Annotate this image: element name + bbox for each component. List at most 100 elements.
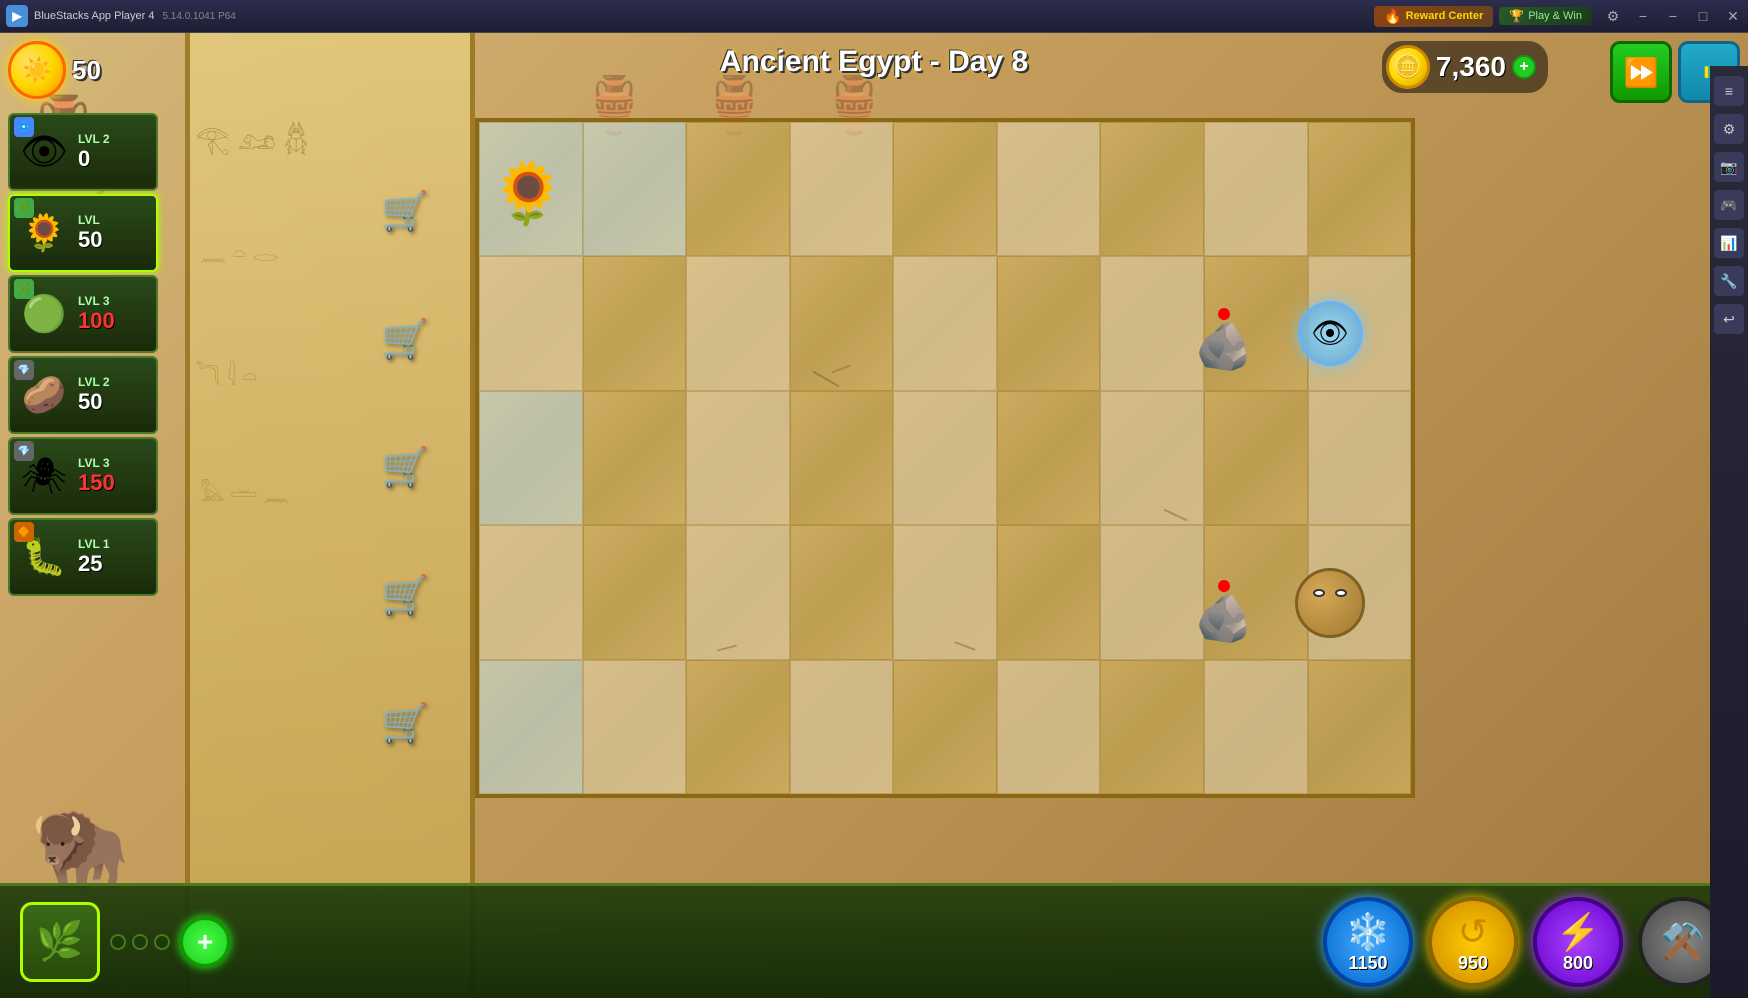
toolbar-dot-3 [154,934,170,950]
plant-badge-5: 💎 [14,441,34,461]
add-plant-button[interactable]: + [180,917,230,967]
plant-badge-1: 💠 [14,117,34,137]
plant-level-3: LVL 3 [78,294,156,308]
plant-cost-6: 25 [78,551,156,577]
plant-level-1: LVL 2 [78,132,156,146]
grid-cell-4-5[interactable] [893,525,997,659]
grid-cell-1-9[interactable] [1308,122,1412,256]
trophy-icon: 🏆 [1509,9,1524,23]
plant-badge-3: 🌿 [14,279,34,299]
grid-cell-3-7[interactable] [1100,391,1204,525]
hieroglyph-3: 𓆓 𓇋 𓏏 [195,353,257,393]
rs-btn-6[interactable]: 🔧 [1714,266,1744,296]
plant-card-3[interactable]: 🌿 🟢 LVL 3 100 [8,275,158,353]
grid-cell-2-6[interactable] [997,256,1101,390]
grid-cell-1-2[interactable] [583,122,687,256]
grid-cell-3-9[interactable] [1308,391,1412,525]
grid-cell-3-6[interactable] [997,391,1101,525]
grid-cell-4-4[interactable] [790,525,894,659]
grid-cell-2-1[interactable] [479,256,583,390]
ice-power-button[interactable]: ❄️ 1150 [1323,897,1413,987]
add-coins-button[interactable]: + [1512,55,1536,79]
settings-button[interactable]: ⚙ [1598,0,1628,33]
grid-cell-2-5[interactable] [893,256,997,390]
right-sidebar: ≡ ⚙ 📷 🎮 📊 🔧 ↩ [1710,66,1748,998]
plant-card-1[interactable]: 💠 👁 LVL 2 0 [8,113,158,191]
grid-cell-4-8[interactable] [1204,525,1308,659]
grid-cell-2-4[interactable] [790,256,894,390]
rs-btn-1[interactable]: ≡ [1714,76,1744,106]
plant-info-4: LVL 2 50 [78,375,156,415]
lawnmower-row3: 🛒 [381,446,428,490]
game-grid[interactable] [475,118,1415,798]
grid-cell-2-7[interactable] [1100,256,1204,390]
fire-icon: 🔥 [1384,8,1401,25]
refresh-icon: ↺ [1458,911,1488,953]
rs-btn-5[interactable]: 📊 [1714,228,1744,258]
grid-cell-5-2[interactable] [583,660,687,794]
plant-level-5: LVL 3 [78,456,156,470]
grid-cell-3-1[interactable] [479,391,583,525]
play-win-button[interactable]: 🏆 Play & Win [1499,7,1592,25]
grid-cell-4-1[interactable] [479,525,583,659]
lightning-power-button[interactable]: ⚡ 800 [1533,897,1623,987]
grid-cell-5-5[interactable] [893,660,997,794]
grid-cell-1-8[interactable] [1204,122,1308,256]
grid-cell-3-3[interactable] [686,391,790,525]
grid-cell-3-8[interactable] [1204,391,1308,525]
grid-row-5 [479,660,1411,794]
hieroglyph-4: 𓅓 𓏛 𓈖 [200,473,290,509]
grid-cell-1-4[interactable] [790,122,894,256]
rs-btn-3[interactable]: 📷 [1714,152,1744,182]
coin-icon: 🪙 [1386,45,1430,89]
grid-cell-3-5[interactable] [893,391,997,525]
grid-cell-5-7[interactable] [1100,660,1204,794]
restore-button[interactable]: − [1658,0,1688,33]
grid-cell-1-5[interactable] [893,122,997,256]
maximize-button[interactable]: □ [1688,0,1718,33]
rs-btn-7[interactable]: ↩ [1714,304,1744,334]
grid-cell-4-2[interactable] [583,525,687,659]
reward-center-button[interactable]: 🔥 Reward Center [1374,6,1493,27]
power-buttons: ❄️ 1150 ↺ 950 ⚡ 800 ⚒️ ↓ [1323,897,1728,987]
grid-cell-2-2[interactable] [583,256,687,390]
grid-cell-4-9[interactable] [1308,525,1412,659]
grid-cell-5-4[interactable] [790,660,894,794]
plant-badge-6: 🔶 [14,522,34,542]
plant-level-4: LVL 2 [78,375,156,389]
ice-icon: ❄️ [1346,911,1391,953]
grid-cell-4-3[interactable] [686,525,790,659]
plant-card-4[interactable]: 💎 🥔 LVL 2 50 [8,356,158,434]
plant-card-5[interactable]: 💎 🕷 LVL 3 150 [8,437,158,515]
plant-card-2[interactable]: 🌿 🌻 LVL 50 [8,194,158,272]
grid-cell-5-6[interactable] [997,660,1101,794]
rs-btn-4[interactable]: 🎮 [1714,190,1744,220]
grid-cell-5-8[interactable] [1204,660,1308,794]
grid-cell-2-3[interactable] [686,256,790,390]
grid-cell-1-6[interactable] [997,122,1101,256]
refresh-power-button[interactable]: ↺ 950 [1428,897,1518,987]
grid-cell-1-7[interactable] [1100,122,1204,256]
grid-cell-3-4[interactable] [790,391,894,525]
close-button[interactable]: ✕ [1718,0,1748,33]
grid-cell-5-1[interactable] [479,660,583,794]
grid-cell-3-2[interactable] [583,391,687,525]
titlebar: ▶ BlueStacks App Player 4 5.14.0.1041 P6… [0,0,1748,33]
toolbar-left-section: 🌿 + [20,902,230,982]
grid-cell-4-7[interactable] [1100,525,1204,659]
grid-cell-5-9[interactable] [1308,660,1412,794]
grid-cell-1-1[interactable] [479,122,583,256]
grid-cell-5-3[interactable] [686,660,790,794]
grid-cell-1-3[interactable] [686,122,790,256]
minimize-button[interactable]: − [1628,0,1658,33]
fast-forward-button[interactable]: ⏩ [1610,41,1672,103]
grid-cell-4-6[interactable] [997,525,1101,659]
grid-cell-2-9[interactable] [1308,256,1412,390]
hieroglyph-2: 𓈖 𓏏 𓂋 [200,233,278,269]
lawnmower-row2: 🛒 [381,318,428,362]
grid-cell-2-8[interactable] [1204,256,1308,390]
rs-btn-2[interactable]: ⚙ [1714,114,1744,144]
plant-card-6[interactable]: 🔶 🐛 LVL 1 25 [8,518,158,596]
shovel-icon: ⚒️ [1661,921,1706,963]
shovel-button[interactable]: 🌿 [20,902,100,982]
